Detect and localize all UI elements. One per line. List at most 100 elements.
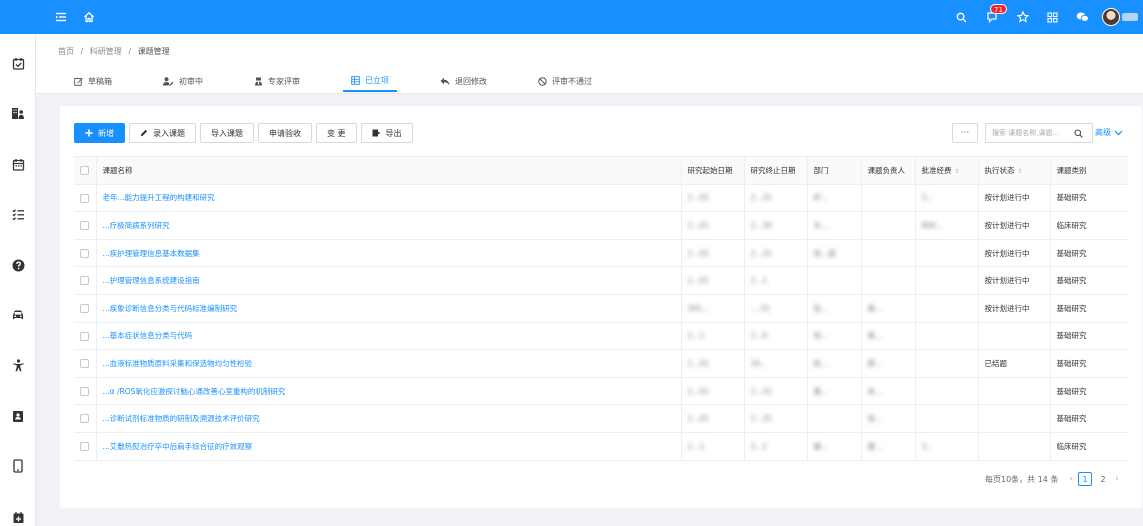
header-category: 课题类别 [1049,156,1128,185]
enter-topic-button[interactable]: 录入课题 [129,123,196,143]
row-checkbox[interactable] [80,221,89,231]
calendar-icon[interactable] [10,156,26,172]
tab-rejected[interactable]: 评审不通过 [530,70,600,92]
building-user-icon[interactable] [10,105,26,121]
tab-initial-review[interactable]: 初审中 [155,70,211,92]
table-row[interactable]: ...血液标准物质原料采集和保选物均匀性检验 2...01 20... 检... 郝..… [74,349,1128,378]
contact-book-icon[interactable] [10,408,26,424]
table-row[interactable]: ...疾象诊断信息分类与代码标准编制研究 201... ...-31 信... 易...… [74,294,1128,323]
help-icon[interactable] [10,257,26,273]
top-bar: 71 [0,0,1143,34]
home-icon[interactable] [80,8,98,26]
topic-name-link[interactable]: ...血液标准物质原料采集和保选物均匀性检验 [103,359,253,368]
header-name: 课题名称 [95,156,681,185]
select-all-cell [74,156,96,185]
row-checkbox[interactable] [80,276,89,286]
user-name-blurred[interactable] [1122,13,1138,21]
topics-table: 课题名称 研究起始日期 研究终止日期 部门 课题负责人 批准经费 ⇕ 执行状态 ⇕ … [74,156,1128,461]
sort-icon[interactable]: ⇕ [1018,168,1023,175]
topic-name-link[interactable]: ...疗极简病系列研究 [103,221,170,230]
topic-name-link[interactable]: 老年...能力提升工程的构建和研究 [103,193,215,202]
topic-name-link[interactable]: ...诊断试剂标准物质的研制及溯源技术评价研究 [103,414,260,423]
tab-label: 评审不通过 [552,76,592,86]
table-row[interactable]: 老年...能力提升工程的构建和研究 2...01 2...31 护... 3... 按计划… [74,184,1128,213]
advanced-search-toggle[interactable]: 高级 [1095,127,1123,138]
search-icon[interactable] [1074,128,1083,138]
car-icon[interactable] [10,307,26,323]
cell-start: 2...01 [680,404,744,433]
cell-end: 2...31 [743,404,807,433]
search-icon[interactable] [952,8,970,26]
status-tabs: 草稿箱 初审中 专家评审 已立项 退回修改 评审不通过 [66,70,635,92]
row-checkbox[interactable] [80,386,89,396]
next-page-icon[interactable]: › [1115,474,1119,484]
table-row[interactable]: ...疾护理管理信息基本数据集 2...01 2...31 信...部 按计划进行中 基础… [74,239,1128,268]
table-row[interactable]: ...艾敷热熨治疗卒中后肩手综合征的疗效观察 2...1 2...1 康... 雷...… [74,432,1128,461]
menu-toggle-icon[interactable] [52,8,70,26]
table-row[interactable]: ...基本症状信息分类与代码 2...1 2...0 信... 易... 基础研究 [74,322,1128,351]
topic-name-link[interactable]: ...艾敷热熨治疗卒中后肩手综合征的疗效观察 [103,442,253,451]
sort-icon[interactable]: ⇕ [955,168,960,175]
table-row[interactable]: ...诊断试剂标准物质的研制及溯源技术评价研究 2...01 2...31 张... 基… [74,404,1128,433]
topic-name-cell: ...血液标准物质原料采集和保选物均匀性检验 [95,349,681,378]
cell-category: 临床研究 [1049,211,1128,240]
table-row[interactable]: ...α /ROS氧化应激探讨脑心通改善心室重构的机制研究 2...01 2...3… [74,377,1128,406]
tab-expert-review[interactable]: 专家评审 [246,70,308,92]
breadcrumb-research[interactable]: 科研管理 [90,47,122,56]
cell-dept: 丰... [806,211,861,240]
row-checkbox[interactable] [80,441,89,451]
left-sidebar [0,34,36,526]
header-status[interactable]: 执行状态 ⇕ [977,156,1050,185]
apply-acceptance-button[interactable]: 申请验收 [258,123,312,143]
export-label: 导出 [385,128,402,138]
change-button[interactable]: 变 更 [316,123,357,143]
row-checkbox[interactable] [80,414,89,424]
cell-start: 2...01 [680,377,744,406]
topic-name-link[interactable]: ...疾护理管理信息基本数据集 [103,249,200,258]
topic-name-link[interactable]: ...护理管理信息系统建设指南 [103,276,200,285]
header-funding[interactable]: 批准经费 ⇕ [914,156,978,185]
row-checkbox[interactable] [80,331,89,341]
row-checkbox[interactable] [80,304,89,314]
header-funding-label: 批准经费 [921,165,952,175]
cell-category: 基础研究 [1049,239,1128,268]
row-checkbox[interactable] [80,248,89,258]
search-input[interactable] [986,124,1074,142]
apps-grid-icon[interactable] [1043,8,1061,26]
change-label: 变 更 [327,128,346,138]
page-1[interactable]: 1 [1078,472,1093,486]
import-topic-label: 导入课题 [211,128,243,138]
tab-returned[interactable]: 退回修改 [432,70,495,92]
row-checkbox[interactable] [80,359,89,369]
row-checkbox[interactable] [80,193,89,203]
cell-start: 2...01 [680,349,744,378]
cell-status: 按计划进行中 [977,211,1050,240]
cell-owner: 易... [860,294,915,323]
tab-drafts[interactable]: 草稿箱 [66,70,120,92]
wechat-icon[interactable] [1073,8,1091,26]
page-2[interactable]: 2 [1096,472,1110,486]
tab-label: 已立项 [365,75,389,85]
topic-name-link[interactable]: ...α /ROS氧化应激探讨脑心通改善心室重构的机制研究 [103,387,286,396]
table-row[interactable]: ...护理管理信息系统建设指南 2...01 2...1 按计划进行中 基础研究 [74,266,1128,295]
more-options-button[interactable]: ··· [952,123,978,143]
breadcrumb-current: 课题管理 [137,47,170,56]
select-all-checkbox[interactable] [80,166,89,176]
cell-start: 2...1 [680,432,744,461]
breadcrumb-home[interactable]: 首页 [58,47,74,56]
export-button[interactable]: 导出 [360,123,413,143]
star-icon[interactable] [1014,8,1032,26]
mobile-icon[interactable] [10,458,26,474]
calendar-plus-icon[interactable] [10,509,26,525]
prev-page-icon[interactable]: ‹ [1069,474,1073,484]
user-avatar[interactable] [1102,8,1120,26]
import-topic-button[interactable]: 导入课题 [200,123,254,143]
person-icon[interactable] [10,357,26,373]
topic-name-link[interactable]: ...疾象诊断信息分类与代码标准编制研究 [103,304,238,313]
task-check-icon[interactable] [10,55,26,71]
add-button[interactable]: 新增 [74,123,125,143]
topic-name-link[interactable]: ...基本症状信息分类与代码 [103,331,193,340]
table-row[interactable]: ...疗极简病系列研究 2...01 2...30 丰... 800... 按计划进行中临… [74,211,1128,240]
tab-approved[interactable]: 已立项 [343,70,397,92]
checklist-icon[interactable] [10,206,26,222]
